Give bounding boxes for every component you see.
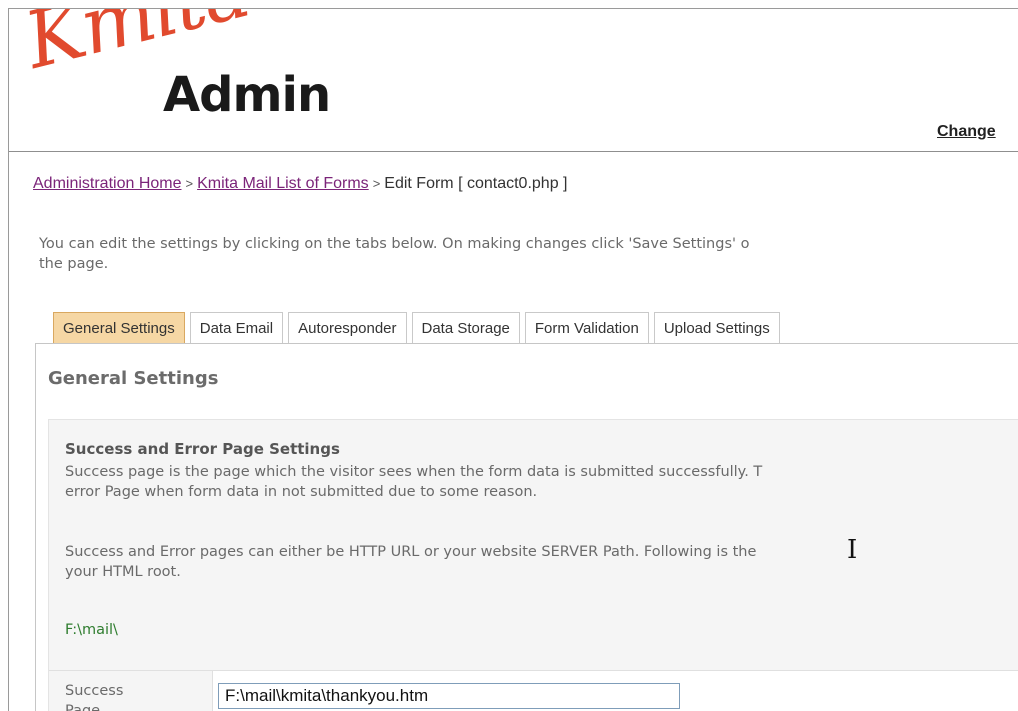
server-path-description: Success and Error pages can either be HT… (65, 542, 756, 582)
intro-line-1: You can edit the settings by clicking on… (39, 236, 750, 252)
description-line: error Page when form data in not submitt… (65, 484, 538, 500)
success-page-value-cell (213, 670, 1018, 711)
logo-admin-text: Admin (163, 67, 331, 123)
text-cursor-icon: I (847, 535, 858, 565)
label-line: Success (65, 683, 124, 699)
tab-data-email[interactable]: Data Email (189, 312, 284, 344)
settings-tabs: General Settings Data Email Autoresponde… (53, 312, 785, 344)
tab-autoresponder[interactable]: Autoresponder (288, 312, 407, 344)
description-line: Success page is the page which the visit… (65, 464, 763, 480)
description-line: your HTML root. (65, 564, 181, 580)
breadcrumb: Administration Home > Kmita Mail List of F… (33, 175, 567, 193)
general-settings-panel: General Settings Success and Error Page … (35, 343, 1018, 711)
breadcrumb-current: Edit Form [ contact0.php ] (384, 175, 568, 192)
tab-upload-settings[interactable]: Upload Settings (653, 312, 780, 344)
tab-data-storage[interactable]: Data Storage (411, 312, 520, 344)
description-line: Success and Error pages can either be HT… (65, 544, 757, 560)
success-page-label: Success Page (65, 681, 123, 711)
section-title: Success and Error Page Settings (65, 440, 340, 458)
page-header: Kmita Admin Change (9, 9, 1018, 152)
success-error-section: Success and Error Page Settings Success … (48, 419, 1018, 711)
success-page-input[interactable] (218, 683, 680, 709)
panel-title: General Settings (48, 368, 219, 389)
tab-form-validation[interactable]: Form Validation (524, 312, 649, 344)
breadcrumb-admin-home-link[interactable]: Administration Home (33, 175, 182, 192)
kmita-admin-logo: Kmita Admin (17, 9, 371, 144)
breadcrumb-forms-link[interactable]: Kmita Mail List of Forms (197, 175, 369, 192)
intro-text: You can edit the settings by clicking on… (39, 234, 1018, 274)
breadcrumb-separator: > (185, 176, 194, 191)
browser-content-frame: Kmita Admin Change Administration Home > K… (8, 8, 1018, 711)
success-page-description: Success page is the page which the visit… (65, 462, 762, 502)
breadcrumb-separator: > (372, 176, 381, 191)
success-page-label-cell: Success Page (49, 670, 213, 711)
server-path-value: F:\mail\ (65, 622, 118, 638)
intro-line-2: the page. (39, 256, 109, 272)
change-link[interactable]: Change (937, 123, 996, 141)
tab-general-settings[interactable]: General Settings (53, 312, 185, 344)
